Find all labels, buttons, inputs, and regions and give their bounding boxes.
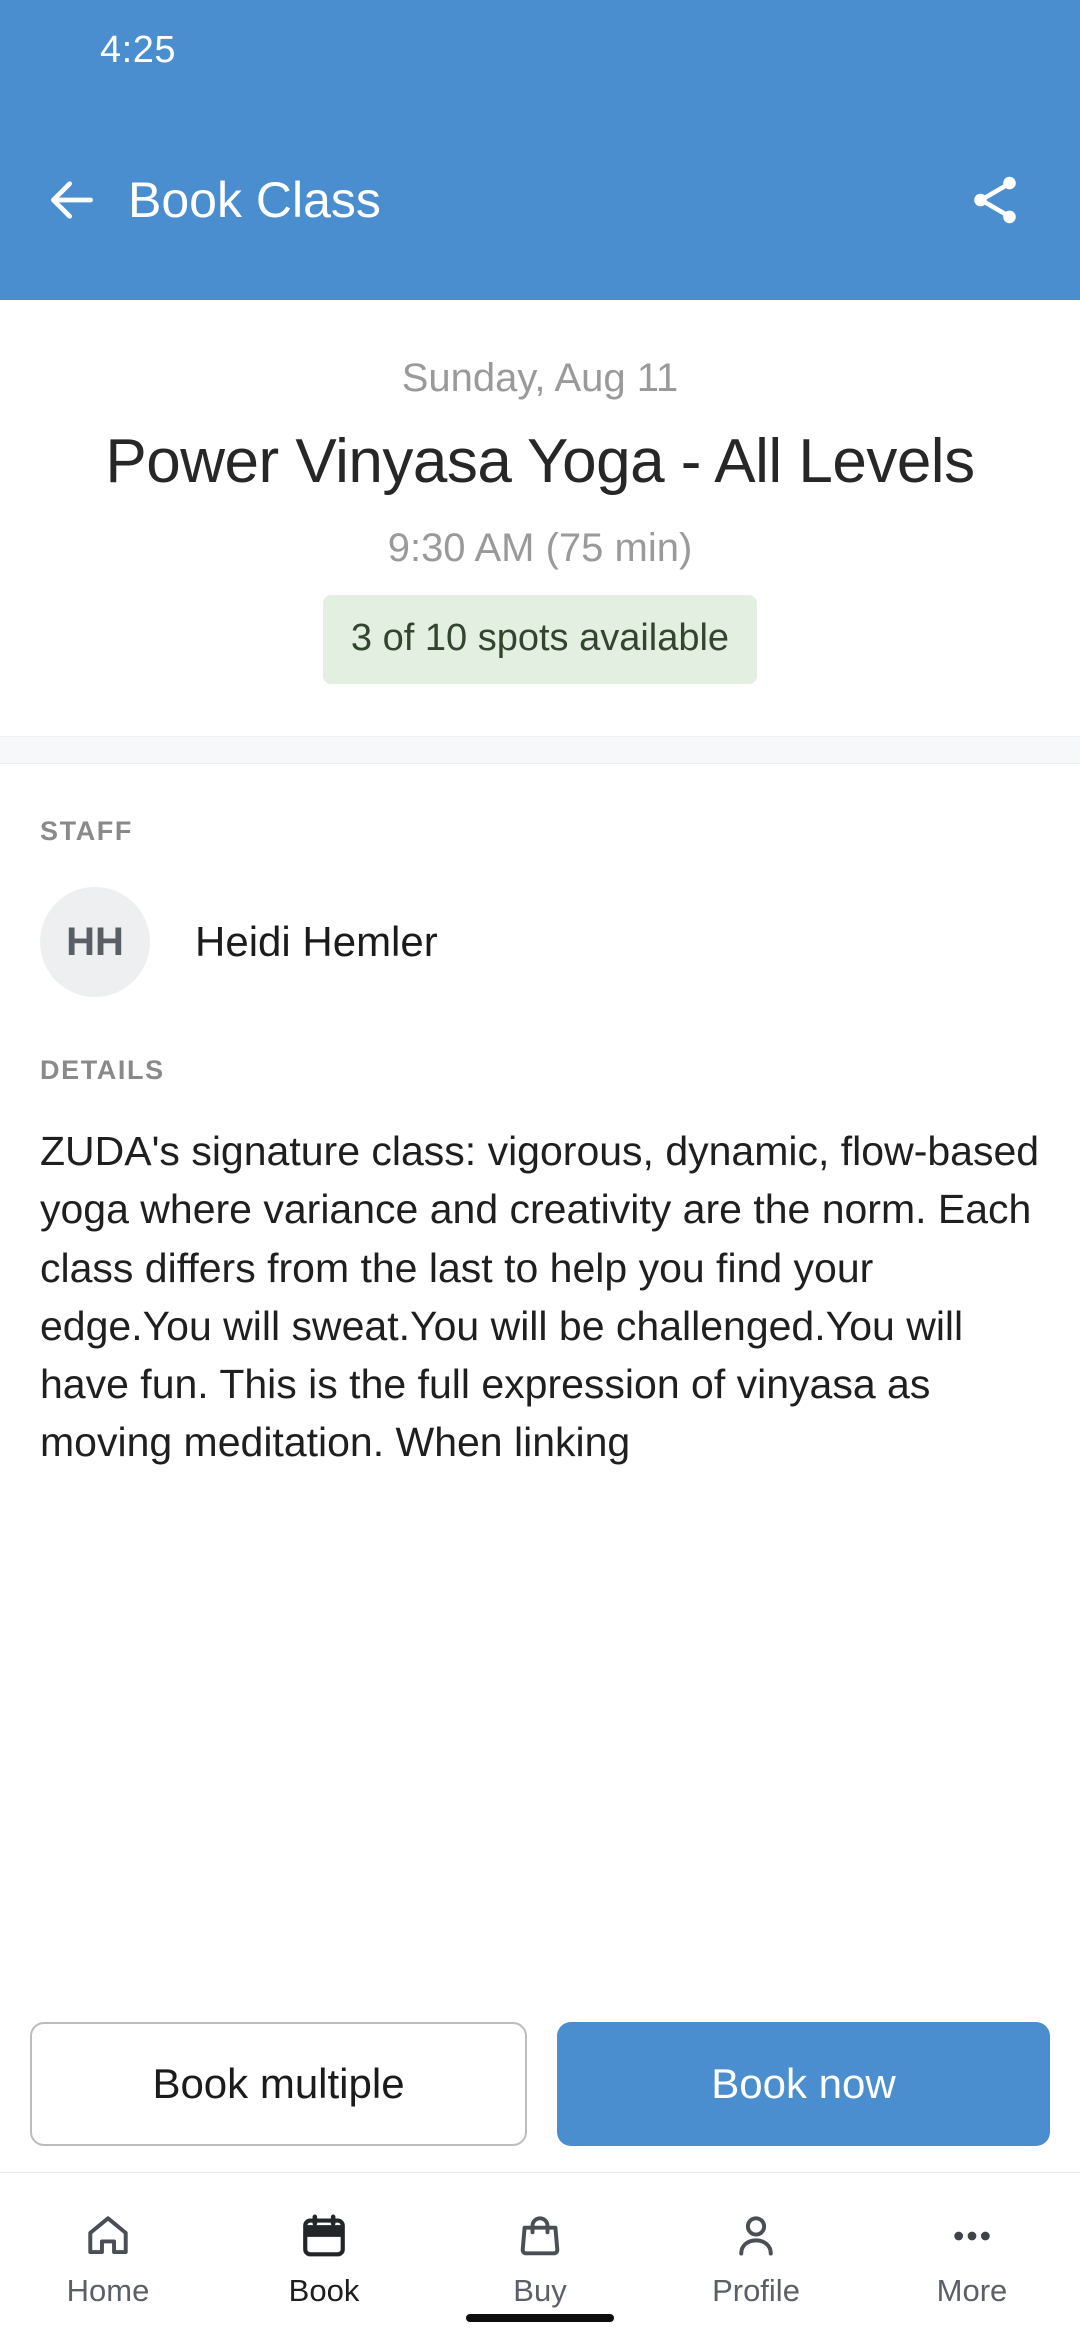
nav-label-profile: Profile — [712, 2272, 800, 2308]
staff-name: Heidi Hemler — [195, 918, 438, 966]
details-text: ZUDA's signature class: vigorous, dynami… — [40, 1128, 1040, 1466]
availability-badge-wrap: 3 of 10 spots available — [60, 595, 1020, 685]
class-title: Power Vinyasa Yoga - All Levels — [105, 427, 975, 496]
nav-label-buy: Buy — [513, 2272, 567, 2308]
staff-row[interactable]: HH Heidi Hemler — [40, 887, 1040, 998]
status-bar: 4:25 — [0, 0, 1080, 100]
nav-item-profile[interactable]: Profile — [648, 2173, 864, 2340]
nav-label-home: Home — [66, 2272, 150, 2308]
availability-badge: 3 of 10 spots available — [322, 595, 758, 685]
arrow-left-icon — [51, 181, 93, 219]
class-body: STAFF HH Heidi Hemler DETAILS ZUDA's sig… — [0, 764, 1080, 1994]
nav-item-book[interactable]: Book — [216, 2173, 432, 2340]
nav-label-book: Book — [288, 2272, 360, 2308]
class-time: 9:30 AM (75 min) — [387, 526, 693, 571]
nav-item-home[interactable]: Home — [0, 2173, 216, 2340]
shopping-bag-icon — [515, 2205, 565, 2261]
staff-section-label: STAFF — [40, 816, 133, 847]
app-bar: 4:25 Book Class — [0, 0, 1080, 300]
app-bar-row: Book Class — [0, 100, 1080, 300]
home-icon — [83, 2205, 133, 2261]
section-divider — [0, 736, 1080, 765]
ellipsis-icon — [947, 2205, 997, 2261]
page-title: Book Class — [128, 172, 381, 228]
calendar-icon — [299, 2205, 349, 2261]
share-button[interactable] — [950, 155, 1040, 245]
action-buttons: Book multiple Book now — [0, 2022, 1080, 2146]
person-icon — [731, 2205, 781, 2261]
status-bar-time: 4:25 — [100, 28, 176, 71]
class-date: Sunday, Aug 11 — [401, 356, 679, 400]
book-now-button[interactable]: Book now — [557, 2022, 1050, 2146]
back-button[interactable] — [30, 158, 114, 242]
avatar: HH — [40, 887, 150, 998]
home-indicator — [466, 2314, 614, 2322]
class-hero: Sunday, Aug 11 Power Vinyasa Yoga - All … — [0, 300, 1080, 685]
book-multiple-button[interactable]: Book multiple — [30, 2022, 527, 2146]
nav-item-more[interactable]: More — [864, 2173, 1080, 2340]
share-icon — [974, 176, 1016, 224]
nav-label-more: More — [936, 2272, 1008, 2308]
book-class-screen: 4:25 Book Class Sunday, Aug 11 Power Vin… — [0, 0, 1080, 2340]
details-section-label: DETAILS — [40, 1055, 165, 1086]
